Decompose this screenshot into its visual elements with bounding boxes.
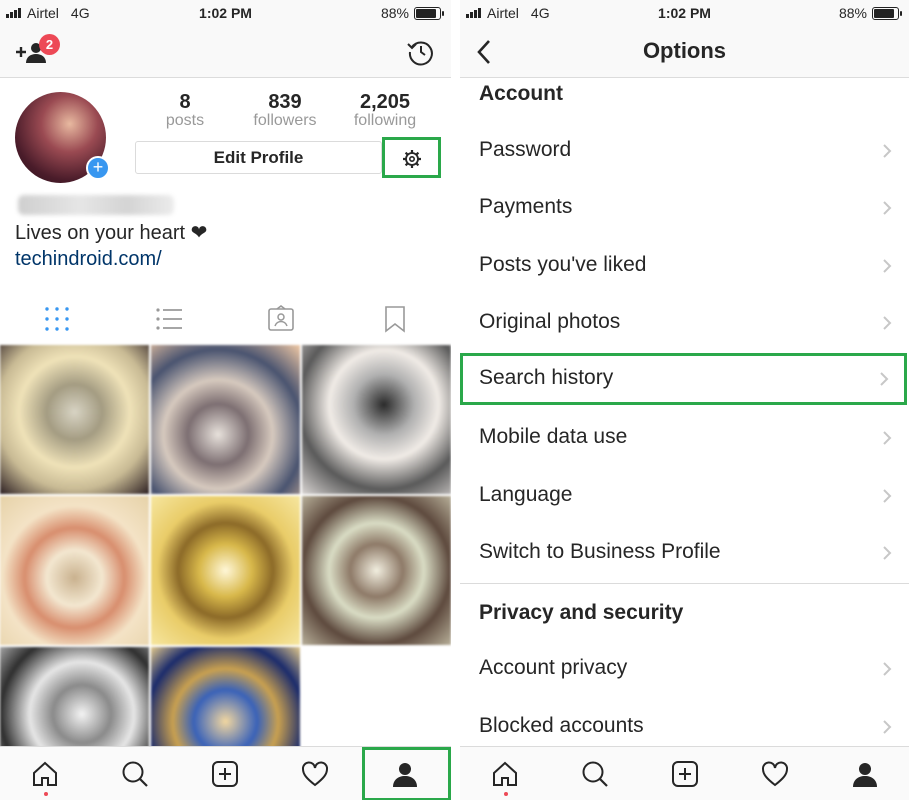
nav-activity[interactable] [730, 747, 820, 800]
chevron-right-icon [883, 662, 892, 676]
option-account-privacy[interactable]: Account privacy [460, 643, 909, 695]
post-thumbnail[interactable] [302, 345, 451, 494]
profile-website-link[interactable]: techindroid.com/ [15, 248, 162, 271]
activity-dot [44, 792, 48, 796]
bottom-navigation [0, 746, 451, 800]
chevron-right-icon [883, 489, 892, 503]
section-title-account: Account [479, 82, 563, 105]
edit-profile-button[interactable]: Edit Profile [135, 141, 382, 174]
battery-percent: 88% [838, 5, 867, 21]
options-header: Options [460, 26, 909, 78]
following-label: following [353, 112, 417, 129]
option-payments[interactable]: Payments [460, 182, 909, 234]
option-label: Payments [479, 195, 573, 218]
battery-percent: 88% [380, 5, 409, 21]
option-posts-liked[interactable]: Posts you've liked [460, 240, 909, 292]
option-label: Blocked accounts [479, 714, 644, 737]
profile-icon [393, 763, 417, 787]
followers-count: 839 [268, 91, 302, 113]
home-icon [33, 761, 57, 786]
grid-view-icon[interactable] [42, 304, 72, 334]
post-thumbnail[interactable] [302, 496, 451, 645]
option-language[interactable]: Language [460, 470, 909, 522]
post-thumbnail[interactable] [0, 496, 149, 645]
posts-stat[interactable]: 8 posts [135, 91, 235, 130]
profile-screen: Airtel 4G 1:02 PM 88% 2 + 8 posts 839 fo… [0, 0, 451, 800]
section-title-privacy: Privacy and security [479, 601, 684, 624]
option-label: Switch to Business Profile [479, 540, 721, 563]
gear-icon [403, 150, 421, 168]
option-search-history[interactable]: Search history [460, 353, 907, 405]
profile-bio: Lives on your heart ❤ [15, 222, 208, 244]
chevron-right-icon [883, 201, 892, 215]
chevron-right-icon [883, 259, 892, 273]
chevron-right-icon [883, 546, 892, 560]
following-stat[interactable]: 2,205 following [335, 91, 435, 130]
section-divider [460, 583, 909, 584]
battery-icon [414, 6, 444, 20]
list-view-icon[interactable] [154, 304, 184, 334]
followers-stat[interactable]: 839 followers [235, 91, 335, 130]
options-gear-button[interactable] [382, 137, 441, 178]
option-password[interactable]: Password [460, 125, 909, 177]
chevron-right-icon [883, 720, 892, 734]
profile-top-bar: 2 [0, 26, 451, 78]
post-thumbnail[interactable] [151, 345, 300, 494]
nav-search[interactable] [90, 747, 180, 800]
nav-search[interactable] [550, 747, 640, 800]
add-post-icon [672, 761, 698, 787]
bottom-navigation [460, 746, 909, 800]
saved-bookmark-icon[interactable] [380, 304, 410, 334]
profile-icon [853, 763, 877, 787]
search-icon [122, 761, 148, 787]
chevron-right-icon [880, 372, 889, 386]
profile-view-tabs [0, 300, 451, 336]
nav-home[interactable] [460, 747, 550, 800]
followers-label: followers [253, 112, 317, 129]
nav-new-post[interactable] [640, 747, 730, 800]
chevron-right-icon [883, 431, 892, 445]
nav-profile[interactable] [820, 747, 909, 800]
heart-icon [762, 761, 788, 787]
blurred-username [18, 195, 174, 215]
option-label: Posts you've liked [479, 253, 647, 276]
option-mobile-data-use[interactable]: Mobile data use [460, 412, 909, 464]
search-icon [582, 761, 608, 787]
nav-home[interactable] [0, 747, 90, 800]
status-bar: Airtel 4G 1:02 PM 88% [0, 0, 451, 26]
status-bar: Airtel 4G 1:02 PM 88% [460, 0, 909, 26]
nav-activity[interactable] [270, 747, 360, 800]
activity-dot [504, 792, 508, 796]
option-label: Language [479, 483, 573, 506]
screen-divider [451, 0, 460, 800]
nav-new-post[interactable] [180, 747, 270, 800]
option-label: Original photos [479, 310, 621, 333]
add-post-icon [212, 761, 238, 787]
history-icon[interactable] [407, 38, 435, 66]
posts-label: posts [165, 112, 205, 129]
battery-icon [872, 6, 902, 20]
option-label: Mobile data use [479, 425, 628, 448]
post-thumbnail[interactable] [0, 345, 149, 494]
option-label: Account privacy [479, 656, 628, 679]
option-label: Search history [479, 366, 614, 389]
chevron-right-icon [883, 144, 892, 158]
option-switch-business[interactable]: Switch to Business Profile [460, 527, 909, 579]
options-screen: Airtel 4G 1:02 PM 88% Options Account Pa… [460, 0, 909, 800]
tagged-photos-icon[interactable] [266, 304, 296, 334]
posts-count: 8 [179, 91, 191, 113]
page-title: Options [642, 38, 727, 63]
option-original-photos[interactable]: Original photos [460, 297, 909, 349]
add-story-plus-icon[interactable]: + [86, 156, 110, 180]
option-label: Password [479, 138, 572, 161]
post-thumbnail[interactable] [151, 496, 300, 645]
following-count: 2,205 [359, 91, 411, 113]
heart-icon [302, 761, 328, 787]
notification-badge: 2 [39, 34, 60, 55]
home-icon [493, 761, 517, 786]
chevron-right-icon [883, 316, 892, 330]
nav-profile[interactable] [362, 747, 451, 800]
